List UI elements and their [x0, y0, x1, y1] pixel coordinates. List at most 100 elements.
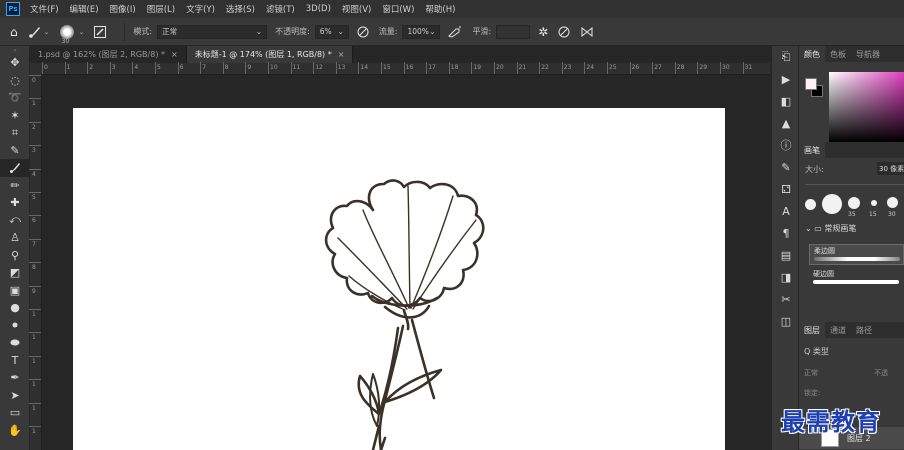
move-tool-icon[interactable]: ✥ — [0, 54, 30, 72]
ruler-tick-label: 14 — [360, 64, 369, 71]
document-canvas[interactable] — [73, 108, 725, 450]
brush-tip-preset[interactable] — [848, 197, 860, 209]
foreground-color-swatch[interactable] — [805, 78, 817, 90]
tab-layers[interactable]: 图层 — [799, 322, 825, 338]
mode-dropdown[interactable]: 正常 ⌄ — [157, 24, 268, 39]
brush-folder-label: 常规画笔 — [824, 224, 857, 233]
ruler-tick — [29, 285, 41, 287]
path-selection-tool-icon[interactable]: ➤ — [0, 387, 30, 405]
layer-filter-dropdown[interactable]: Q 类型 — [804, 346, 829, 357]
blend-mode-dropdown[interactable]: 正常 — [804, 368, 818, 378]
chevron-down-icon: ⌄ — [337, 27, 344, 36]
notes-panel-icon[interactable]: ▤ — [772, 244, 800, 266]
clone-stamp-tool-icon[interactable]: ♙ — [0, 229, 30, 247]
pressure-opacity-icon[interactable] — [357, 26, 369, 38]
tab-document-1[interactable]: 1.psd @ 162% (图层 2, RGB/8) * × — [30, 46, 187, 63]
menu-edit[interactable]: 编辑(E) — [70, 3, 99, 15]
brush-preset-picker[interactable]: 30 ⌄ — [59, 24, 84, 45]
symmetry-icon[interactable] — [580, 26, 594, 38]
info-panel-icon[interactable]: ⓘ — [772, 134, 800, 156]
clone-source-icon[interactable]: ⚁ — [772, 178, 800, 200]
brush-tool-icon[interactable] — [0, 159, 30, 177]
home-icon[interactable]: ⌂ — [10, 25, 18, 39]
mixer-brush-tool-icon[interactable]: ⚲ — [0, 247, 30, 265]
close-icon[interactable]: × — [338, 50, 345, 59]
close-icon[interactable]: × — [171, 50, 178, 59]
paragraph-panel-icon[interactable]: ¶ — [772, 222, 800, 244]
opacity-input[interactable]: 6% ⌄ — [314, 24, 349, 39]
flow-input[interactable]: 100% ⌄ — [402, 24, 441, 39]
magic-wand-tool-icon[interactable]: ✶ — [0, 107, 30, 125]
brush-settings-panel-icon[interactable] — [94, 25, 107, 38]
tab-paths[interactable]: 路径 — [851, 322, 877, 338]
eyedropper-tool-icon[interactable]: ✎ — [0, 142, 30, 160]
menu-layer[interactable]: 图层(L) — [147, 3, 175, 15]
tab-label: 1.psd @ 162% (图层 2, RGB/8) * — [38, 50, 165, 59]
brush-stroke-preview — [814, 257, 900, 261]
horizontal-ruler[interactable]: 0 1 2 3 4 5 6 7 8 9 10 11 12 13 14 15 16 17 18 19 20 21 22 23 24… — [42, 62, 770, 75]
menu-help[interactable]: 帮助(H) — [425, 3, 455, 15]
brush-tool-preset-icon[interactable]: ⌄ — [28, 25, 50, 39]
airbrush-icon[interactable] — [448, 26, 462, 38]
ruler-tick-label: 4 — [32, 170, 36, 178]
ruler-corner — [30, 63, 42, 75]
menu-image[interactable]: 图像(I) — [110, 3, 136, 15]
menu-filter[interactable]: 滤镜(T) — [266, 3, 295, 15]
tool-presets-icon[interactable]: ✂ — [772, 288, 800, 310]
brush-settings-icon[interactable]: ✎ — [772, 156, 800, 178]
pen-tool-icon[interactable]: ✒ — [0, 369, 30, 387]
crop-tool-icon[interactable]: ⌗ — [0, 124, 30, 142]
type-tool-icon[interactable]: T — [0, 352, 30, 370]
brush-tip-preset[interactable] — [822, 194, 842, 214]
libraries-panel-icon[interactable]: ◫ — [772, 310, 800, 332]
tab-swatches[interactable]: 色板 — [825, 46, 851, 62]
smoothing-input[interactable] — [496, 24, 531, 39]
menu-view[interactable]: 视图(V) — [342, 3, 371, 15]
brush-tip-preset[interactable] — [805, 199, 816, 210]
ruler-tick — [245, 62, 247, 74]
menu-select[interactable]: 选择(S) — [226, 3, 255, 15]
tab-color[interactable]: 颜色 — [799, 46, 825, 62]
brush-size-slider[interactable] — [805, 184, 904, 185]
canvas-workspace[interactable] — [42, 75, 770, 450]
hand-tool-icon[interactable]: ✋ — [0, 422, 30, 440]
menu-type[interactable]: 文字(Y) — [186, 3, 215, 15]
brush-tip-preset[interactable] — [887, 197, 898, 208]
menu-file[interactable]: 文件(F) — [30, 3, 59, 15]
gear-icon[interactable]: ✲ — [538, 25, 548, 39]
brush-hard-round[interactable]: 硬边圆 — [809, 268, 904, 289]
history-panel-icon[interactable]: ⎗ — [772, 46, 800, 68]
rectangle-tool-icon[interactable]: ▭ — [0, 404, 30, 422]
swatches-panel-icon[interactable]: ◨ — [772, 266, 800, 288]
history-brush-tool-icon[interactable]: ⤺ — [0, 212, 30, 230]
healing-brush-tool-icon[interactable]: ✚ — [0, 194, 30, 212]
color-panel — [799, 62, 904, 142]
ruler-tick-label: 1 — [32, 334, 36, 342]
tab-document-2[interactable]: 未标题-1 @ 174% (图层 1, RGB/8) * × — [186, 46, 354, 63]
pencil-tool-icon[interactable]: ✏ — [0, 177, 30, 195]
lasso-tool-icon[interactable]: ➰ — [0, 89, 30, 107]
eraser-tool-icon[interactable]: ◩ — [0, 264, 30, 282]
collapse-icon[interactable]: » — [0, 46, 30, 54]
dodge-tool-icon[interactable]: ⚫ — [0, 317, 30, 335]
properties-panel-icon[interactable]: ▲ — [772, 112, 800, 134]
tab-channels[interactable]: 通道 — [825, 322, 851, 338]
tab-brushes[interactable]: 画笔 — [799, 142, 825, 158]
color-spectrum-field[interactable] — [829, 72, 904, 142]
blur-tool-icon[interactable]: ● — [0, 299, 30, 317]
gradient-tool-icon[interactable]: ▣ — [0, 282, 30, 300]
adjustments-panel-icon[interactable]: ◧ — [772, 90, 800, 112]
menu-window[interactable]: 窗口(W) — [382, 3, 414, 15]
actions-panel-icon[interactable]: ▶ — [772, 68, 800, 90]
brush-size-input[interactable]: 30 像素 — [877, 162, 904, 175]
brush-soft-round[interactable]: 柔边圆 — [809, 244, 904, 265]
sponge-tool-icon[interactable]: ⬬ — [0, 334, 30, 352]
brush-folder[interactable]: ⌄ ▭ 常规画笔 — [805, 223, 856, 234]
pressure-size-icon[interactable] — [558, 26, 570, 38]
vertical-ruler[interactable]: 0 1 2 3 4 5 6 7 8 9 1 1 1 1 1 1 — [29, 75, 42, 450]
brush-tip-preset[interactable] — [871, 200, 877, 206]
tab-navigator[interactable]: 导航器 — [851, 46, 885, 62]
menu-3d[interactable]: 3D(D) — [306, 4, 331, 14]
marquee-tool-icon[interactable]: ◌ — [0, 72, 30, 90]
character-panel-icon[interactable]: A — [772, 200, 800, 222]
